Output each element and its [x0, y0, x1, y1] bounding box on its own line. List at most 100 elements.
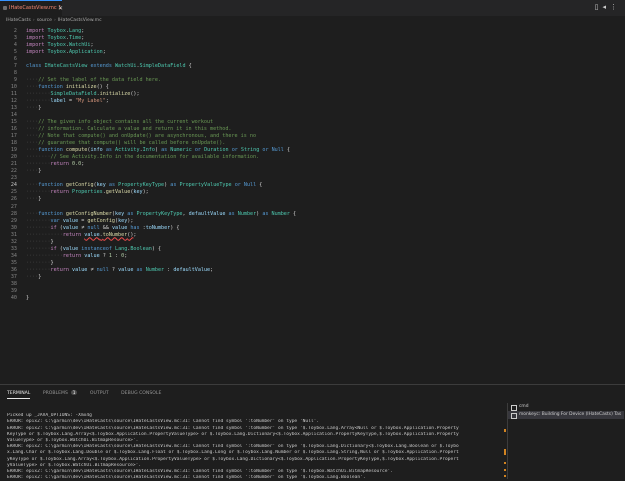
code-editor[interactable]: 2 import Toybox.Lang; 3 import Toybox.Time;…	[0, 26, 625, 384]
code-text: ····}	[26, 105, 42, 112]
code-text: ········// See Activity.Info in the docu…	[26, 154, 260, 161]
tab-debug-console[interactable]: DEBUG CONSOLE	[121, 391, 161, 398]
tab-terminal[interactable]: TERMINAL	[7, 391, 31, 399]
code-line[interactable]: 9 ····// Set the label of the data field …	[0, 77, 615, 84]
code-line[interactable]: 28 ····function getConfigNumber(key as Pr…	[0, 211, 615, 218]
line-number: 2	[13, 28, 17, 34]
breadcrumb-item[interactable]: IHateCasts	[6, 18, 31, 23]
terminal-session-monkeyc[interactable]: monkeyc: Building For Device (IHateCasts…	[508, 411, 624, 419]
code-line[interactable]: 19 ····function compute(info as Activity.…	[0, 147, 615, 154]
code-line[interactable]: 5 import Toybox.Application;	[0, 49, 615, 56]
terminal-session-cmd[interactable]: cmd	[508, 403, 624, 411]
code-line[interactable]: 10 ····function initialize() {	[0, 84, 615, 91]
code-line[interactable]: 29 ········var value = getConfig(key);	[0, 218, 615, 225]
code-line[interactable]: 40}	[0, 295, 615, 302]
line-number: 40	[10, 294, 17, 301]
code-line[interactable]: 38	[0, 281, 615, 288]
code-line[interactable]: 8	[0, 70, 615, 77]
code-line[interactable]: 13 ····}	[0, 105, 615, 112]
terminal-icon	[511, 413, 517, 419]
code-line[interactable]: 33 ········if (value instanceof Lang.Bool…	[0, 246, 615, 253]
code-text: class IHateCastsView extends WatchUi.Sim…	[26, 63, 192, 70]
code-line[interactable]: 24 ····function getConfig(key as Property…	[0, 182, 615, 189]
close-icon[interactable]: ✕	[58, 1, 63, 16]
code-line[interactable]: 30 ········if (value ≠ null && value has …	[0, 225, 615, 232]
code-line[interactable]: 36 ········return value ≠ null ? value as…	[0, 267, 615, 274]
code-line[interactable]: 37 ····}	[0, 274, 615, 281]
go-back-icon[interactable]: ◂	[602, 3, 610, 11]
code-line[interactable]: 16 ····// information. Calculate a value …	[0, 126, 615, 133]
tab-output[interactable]: OUTPUT	[90, 391, 109, 398]
code-line[interactable]: 35 ········}	[0, 260, 615, 267]
line-number: 17	[10, 133, 17, 140]
code-line[interactable]: 31 ············return value.toNumber();	[0, 232, 615, 239]
code-line[interactable]: 39	[0, 288, 615, 295]
terminal-output[interactable]: Picked up _JAVA_OPTIONS: -Xmx4g ERROR: ep…	[7, 407, 503, 481]
line-number: 35	[10, 259, 17, 266]
editor-tab[interactable]: IHateCastsView.mc 1 ✕	[0, 0, 63, 16]
code-line[interactable]: 15 ····// The given info object contains …	[0, 119, 615, 126]
line-number: 30	[10, 224, 17, 231]
code-text: ····}	[26, 168, 42, 175]
code-text: import Toybox.Time;	[26, 35, 85, 42]
breadcrumb-item[interactable]: source	[37, 18, 52, 23]
code-text: ····}	[26, 196, 42, 203]
code-line[interactable]: 25 ········return Properties.getValue(key…	[0, 189, 615, 196]
terminal-line: yKeyType or $.Toybox.Lang.Array<$.Toybox…	[7, 456, 459, 462]
code-text: ····// Set the label of the data field h…	[26, 77, 161, 84]
code-line[interactable]: 4 import Toybox.WatchUi;	[0, 42, 615, 49]
code-text: }	[26, 294, 30, 301]
code-line[interactable]: 20 ········// See Activity.Info in the do…	[0, 154, 615, 161]
code-line[interactable]: 17 ····// Note that compute() and onUpdat…	[0, 133, 615, 140]
line-number: 7	[13, 63, 17, 70]
tab-problems[interactable]: PROBLEMS 1	[43, 390, 78, 398]
code-line[interactable]: 34 ············return value ? 1 : 0;	[0, 253, 615, 260]
code-text: ········}	[26, 259, 54, 266]
tab-label: IHateCastsView.mc	[9, 5, 57, 11]
code-line[interactable]: 14	[0, 112, 615, 119]
editor-toolbar: ▯◂⋮	[595, 3, 621, 11]
line-number: 9	[13, 77, 17, 84]
line-number: 28	[10, 210, 17, 217]
code-line[interactable]: 11 ········SimpleDataField.initialize();	[0, 91, 615, 98]
more-icon[interactable]: ⋮	[610, 3, 621, 11]
line-number: 21	[10, 161, 17, 168]
line-number: 37	[10, 273, 17, 280]
line-number: 12	[10, 98, 17, 105]
code-line[interactable]: 12 ········label = "My Label";	[0, 98, 615, 105]
code-line[interactable]: 7 class IHateCastsView extends WatchUi.Si…	[0, 63, 615, 70]
line-number: 33	[10, 245, 17, 252]
code-line[interactable]: 3 import Toybox.Time;	[0, 35, 615, 42]
line-number: 25	[10, 189, 17, 196]
code-line[interactable]: 21 ········return 0.0;	[0, 161, 615, 168]
overview-ruler[interactable]	[619, 26, 623, 384]
line-number: 6	[13, 56, 17, 63]
code-line[interactable]: 27	[0, 204, 615, 211]
terminal-error-marker	[504, 469, 506, 471]
panel-tabs: TERMINAL PROBLEMS 1 OUTPUT DEBUG CONSOLE	[7, 390, 172, 399]
line-number: 26	[10, 196, 17, 203]
terminal-error-marker	[504, 475, 506, 477]
code-text: ········return Properties.getValue(key);	[26, 189, 149, 196]
code-line[interactable]: 6	[0, 56, 615, 63]
line-number: 20	[10, 154, 17, 161]
line-number: 14	[10, 112, 17, 119]
code-line[interactable]: 26 ····}	[0, 196, 615, 203]
breadcrumb-item[interactable]: IHateCastsView.mc	[58, 18, 102, 23]
chevron-right-icon: ›	[32, 18, 35, 23]
code-line[interactable]: 2 import Toybox.Lang;	[0, 28, 615, 35]
line-number: 29	[10, 217, 17, 224]
code-line[interactable]: 23	[0, 175, 615, 182]
line-number: 39	[10, 287, 17, 294]
code-line[interactable]: 22 ····}	[0, 168, 615, 175]
terminal-sessions: cmd monkeyc: Building For Device (IHateC…	[507, 403, 624, 479]
line-number: 4	[13, 42, 17, 49]
code-line[interactable]: 18 ····// guarantee that compute() will b…	[0, 140, 615, 147]
code-text: ····// The given info object contains al…	[26, 119, 214, 126]
line-number: 11	[10, 91, 17, 98]
code-text: ····// guarantee that compute() will be …	[26, 140, 226, 147]
code-text: ····function getConfigNumber(key as Prop…	[26, 210, 297, 217]
terminal-error-marker	[504, 429, 506, 432]
code-text: ····// Note that compute() and onUpdate(…	[26, 133, 257, 140]
code-line[interactable]: 32 ········}	[0, 239, 615, 246]
